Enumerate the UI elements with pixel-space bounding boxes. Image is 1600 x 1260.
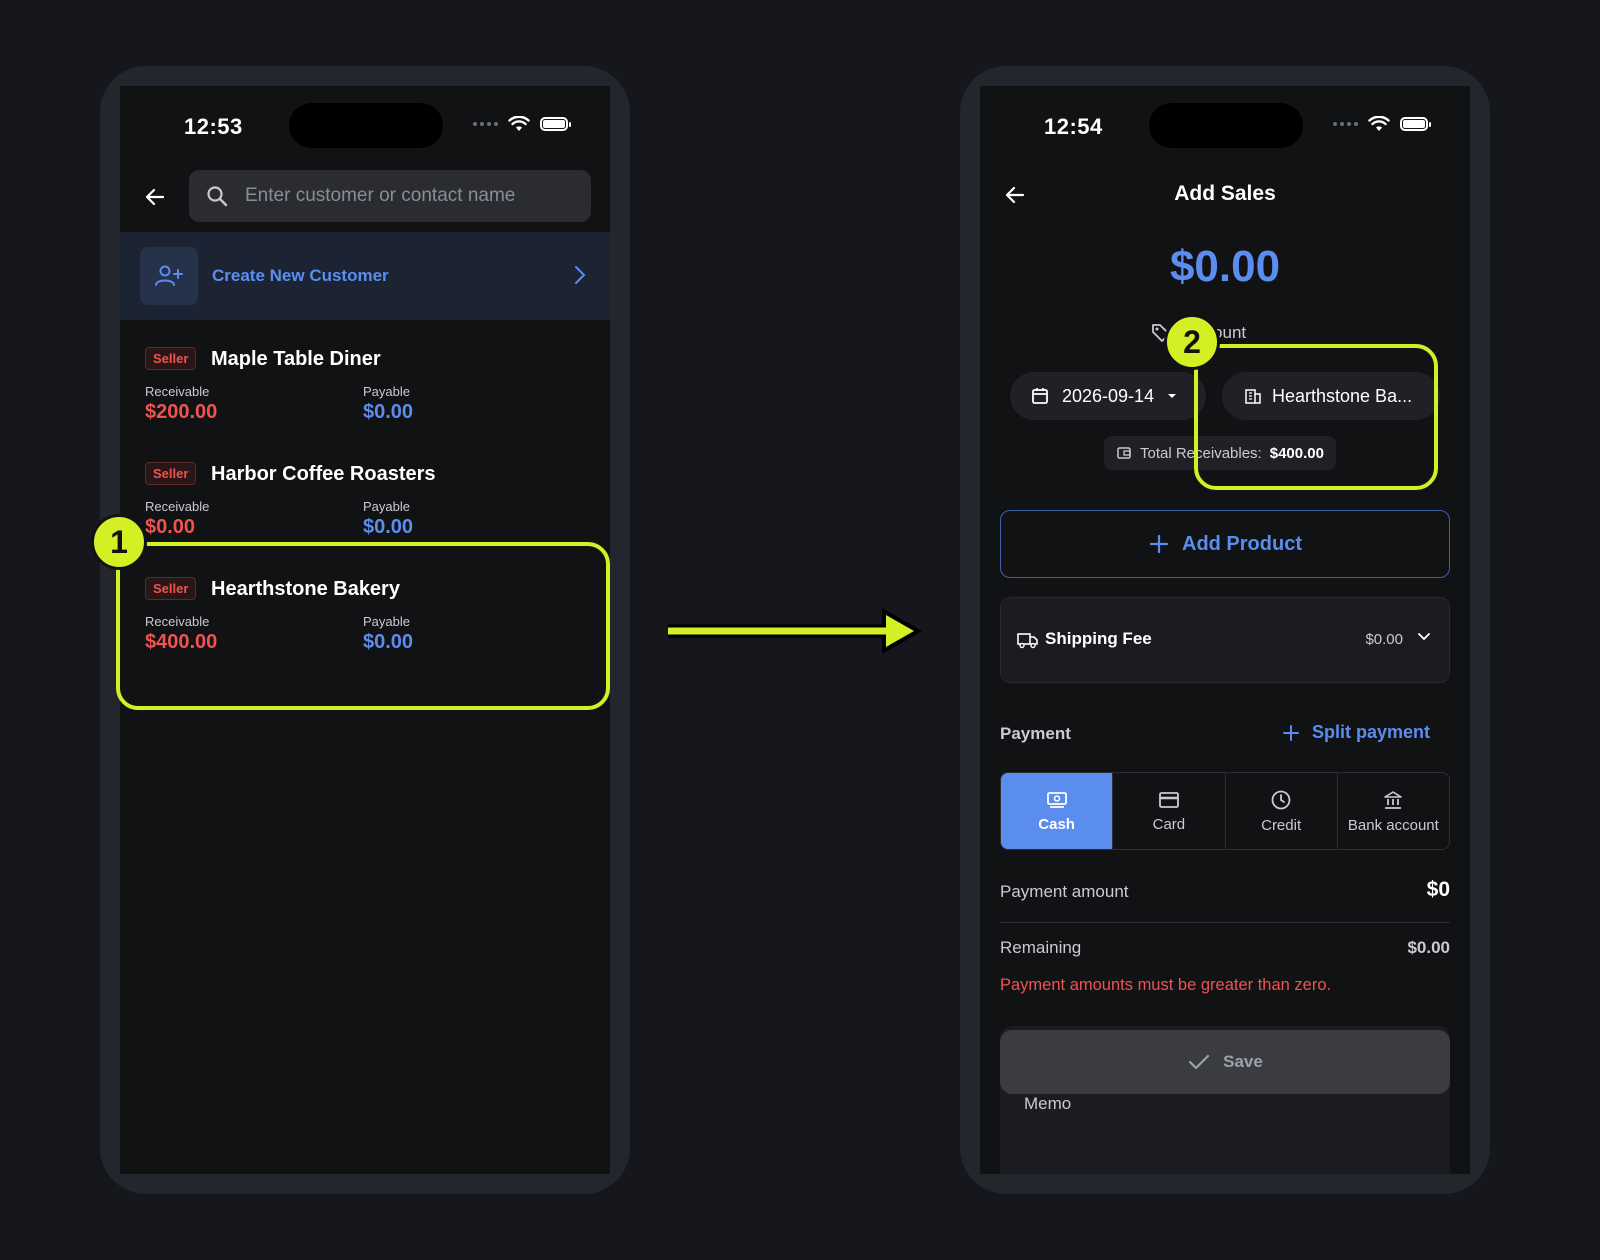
search-input[interactable] [243,184,577,208]
customer-list-item[interactable]: Seller Maple Table Diner Receivable $200… [120,331,610,441]
flow-arrow-icon [668,608,922,654]
customer-list-item[interactable]: Seller Harbor Coffee Roasters Receivable… [120,446,610,556]
search-icon [207,186,228,207]
status-icons [1333,116,1431,132]
receivable-label: Receivable [145,499,210,514]
date-value: 2026-09-14 [1062,385,1155,406]
chevron-right-icon [575,266,586,284]
wifi-icon [508,116,530,131]
create-customer-icon-box [140,247,198,305]
truck-icon [1017,633,1038,649]
highlight-box-step2 [1194,344,1438,490]
battery-icon [540,117,571,131]
remaining-label: Remaining [1000,938,1082,957]
payment-amount-label: Payment amount [1000,882,1129,901]
step-badge-1: 1 [91,514,147,570]
save-button[interactable]: Save [1000,1030,1450,1094]
divider [1000,922,1450,923]
check-icon [1189,1054,1210,1070]
payable-value: $0.00 [363,401,414,423]
chevron-down-icon [1418,633,1430,641]
highlight-box-step1 [116,542,610,710]
payment-method-credit[interactable]: Credit [1226,773,1338,849]
date-picker[interactable]: 2026-09-14 [1010,372,1206,420]
search-bar [189,170,591,222]
caret-down-icon [1168,394,1177,398]
calendar-icon [1032,388,1048,404]
split-payment-label: Split payment [1311,722,1430,742]
dynamic-island [289,103,443,148]
phone-frame-right: 12:54 Add Sales $0.00 Discount 2026-09-1… [960,66,1490,1194]
add-product-button[interactable]: Add Product [1000,510,1450,578]
payment-method-label: Bank account [1347,816,1439,834]
receivable-label: Receivable [145,384,210,399]
remaining-value: $0.00 [1407,938,1450,957]
save-label: Save [1223,1052,1263,1071]
total-amount: $0.00 [1169,242,1281,291]
plus-icon [1282,724,1299,741]
signal-icon [1333,122,1358,126]
bank-icon [1384,790,1403,809]
page-title: Add Sales [1174,182,1276,205]
add-product-label: Add Product [1182,532,1302,555]
receivable-value: $200.00 [145,401,218,423]
split-payment-button[interactable]: Split payment [1282,722,1430,743]
payment-section-label: Payment [1000,724,1071,743]
cash-icon [1046,791,1067,808]
add-sales-screen: 12:54 Add Sales $0.00 Discount 2026-09-1… [980,86,1470,1174]
payment-method-label: Card [1152,815,1186,833]
shipping-fee-label: Shipping Fee [1045,629,1152,648]
payment-method-label: Cash [1038,815,1075,833]
battery-icon [1400,117,1431,131]
status-time: 12:53 [184,114,243,139]
step-badge-2: 2 [1164,314,1220,370]
payable-label: Payable [363,499,410,514]
payable-value: $0.00 [363,516,414,538]
seller-badge: Seller [145,347,197,370]
customer-name: Maple Table Diner [211,348,381,370]
validation-error-message: Payment amounts must be greater than zer… [1000,976,1332,994]
back-button[interactable] [140,182,170,212]
shipping-fee-value: $0.00 [1365,631,1403,648]
create-new-customer-label: Create New Customer [212,266,389,285]
customer-name: Harbor Coffee Roasters [211,463,436,485]
payment-method-label: Credit [1261,816,1302,834]
memo-label: Memo [1024,1094,1072,1113]
dynamic-island [1149,103,1303,148]
payable-label: Payable [363,384,410,399]
shipping-fee-row[interactable]: Shipping Fee $0.00 [1000,597,1450,683]
clock-icon [1271,790,1291,809]
payment-amount-input[interactable]: $0 [1427,878,1450,902]
seller-badge: Seller [145,462,197,485]
wifi-icon [1368,116,1390,131]
add-user-icon [155,265,183,286]
plus-icon [1149,534,1169,554]
payment-method-tabs: Cash Card Credit Bank account [1000,772,1450,850]
status-time: 12:54 [1044,114,1103,139]
payment-method-cash[interactable]: Cash [1001,773,1114,849]
receivable-value: $0.00 [145,516,196,538]
status-icons [473,116,571,132]
arrow-left-icon [145,188,165,206]
wallet-icon [1117,447,1131,459]
payment-method-card[interactable]: Card [1113,773,1226,849]
create-new-customer-row[interactable]: Create New Customer [120,232,610,320]
signal-icon [473,122,498,126]
card-icon [1158,791,1179,808]
payment-method-bank-account[interactable]: Bank account [1338,773,1449,849]
